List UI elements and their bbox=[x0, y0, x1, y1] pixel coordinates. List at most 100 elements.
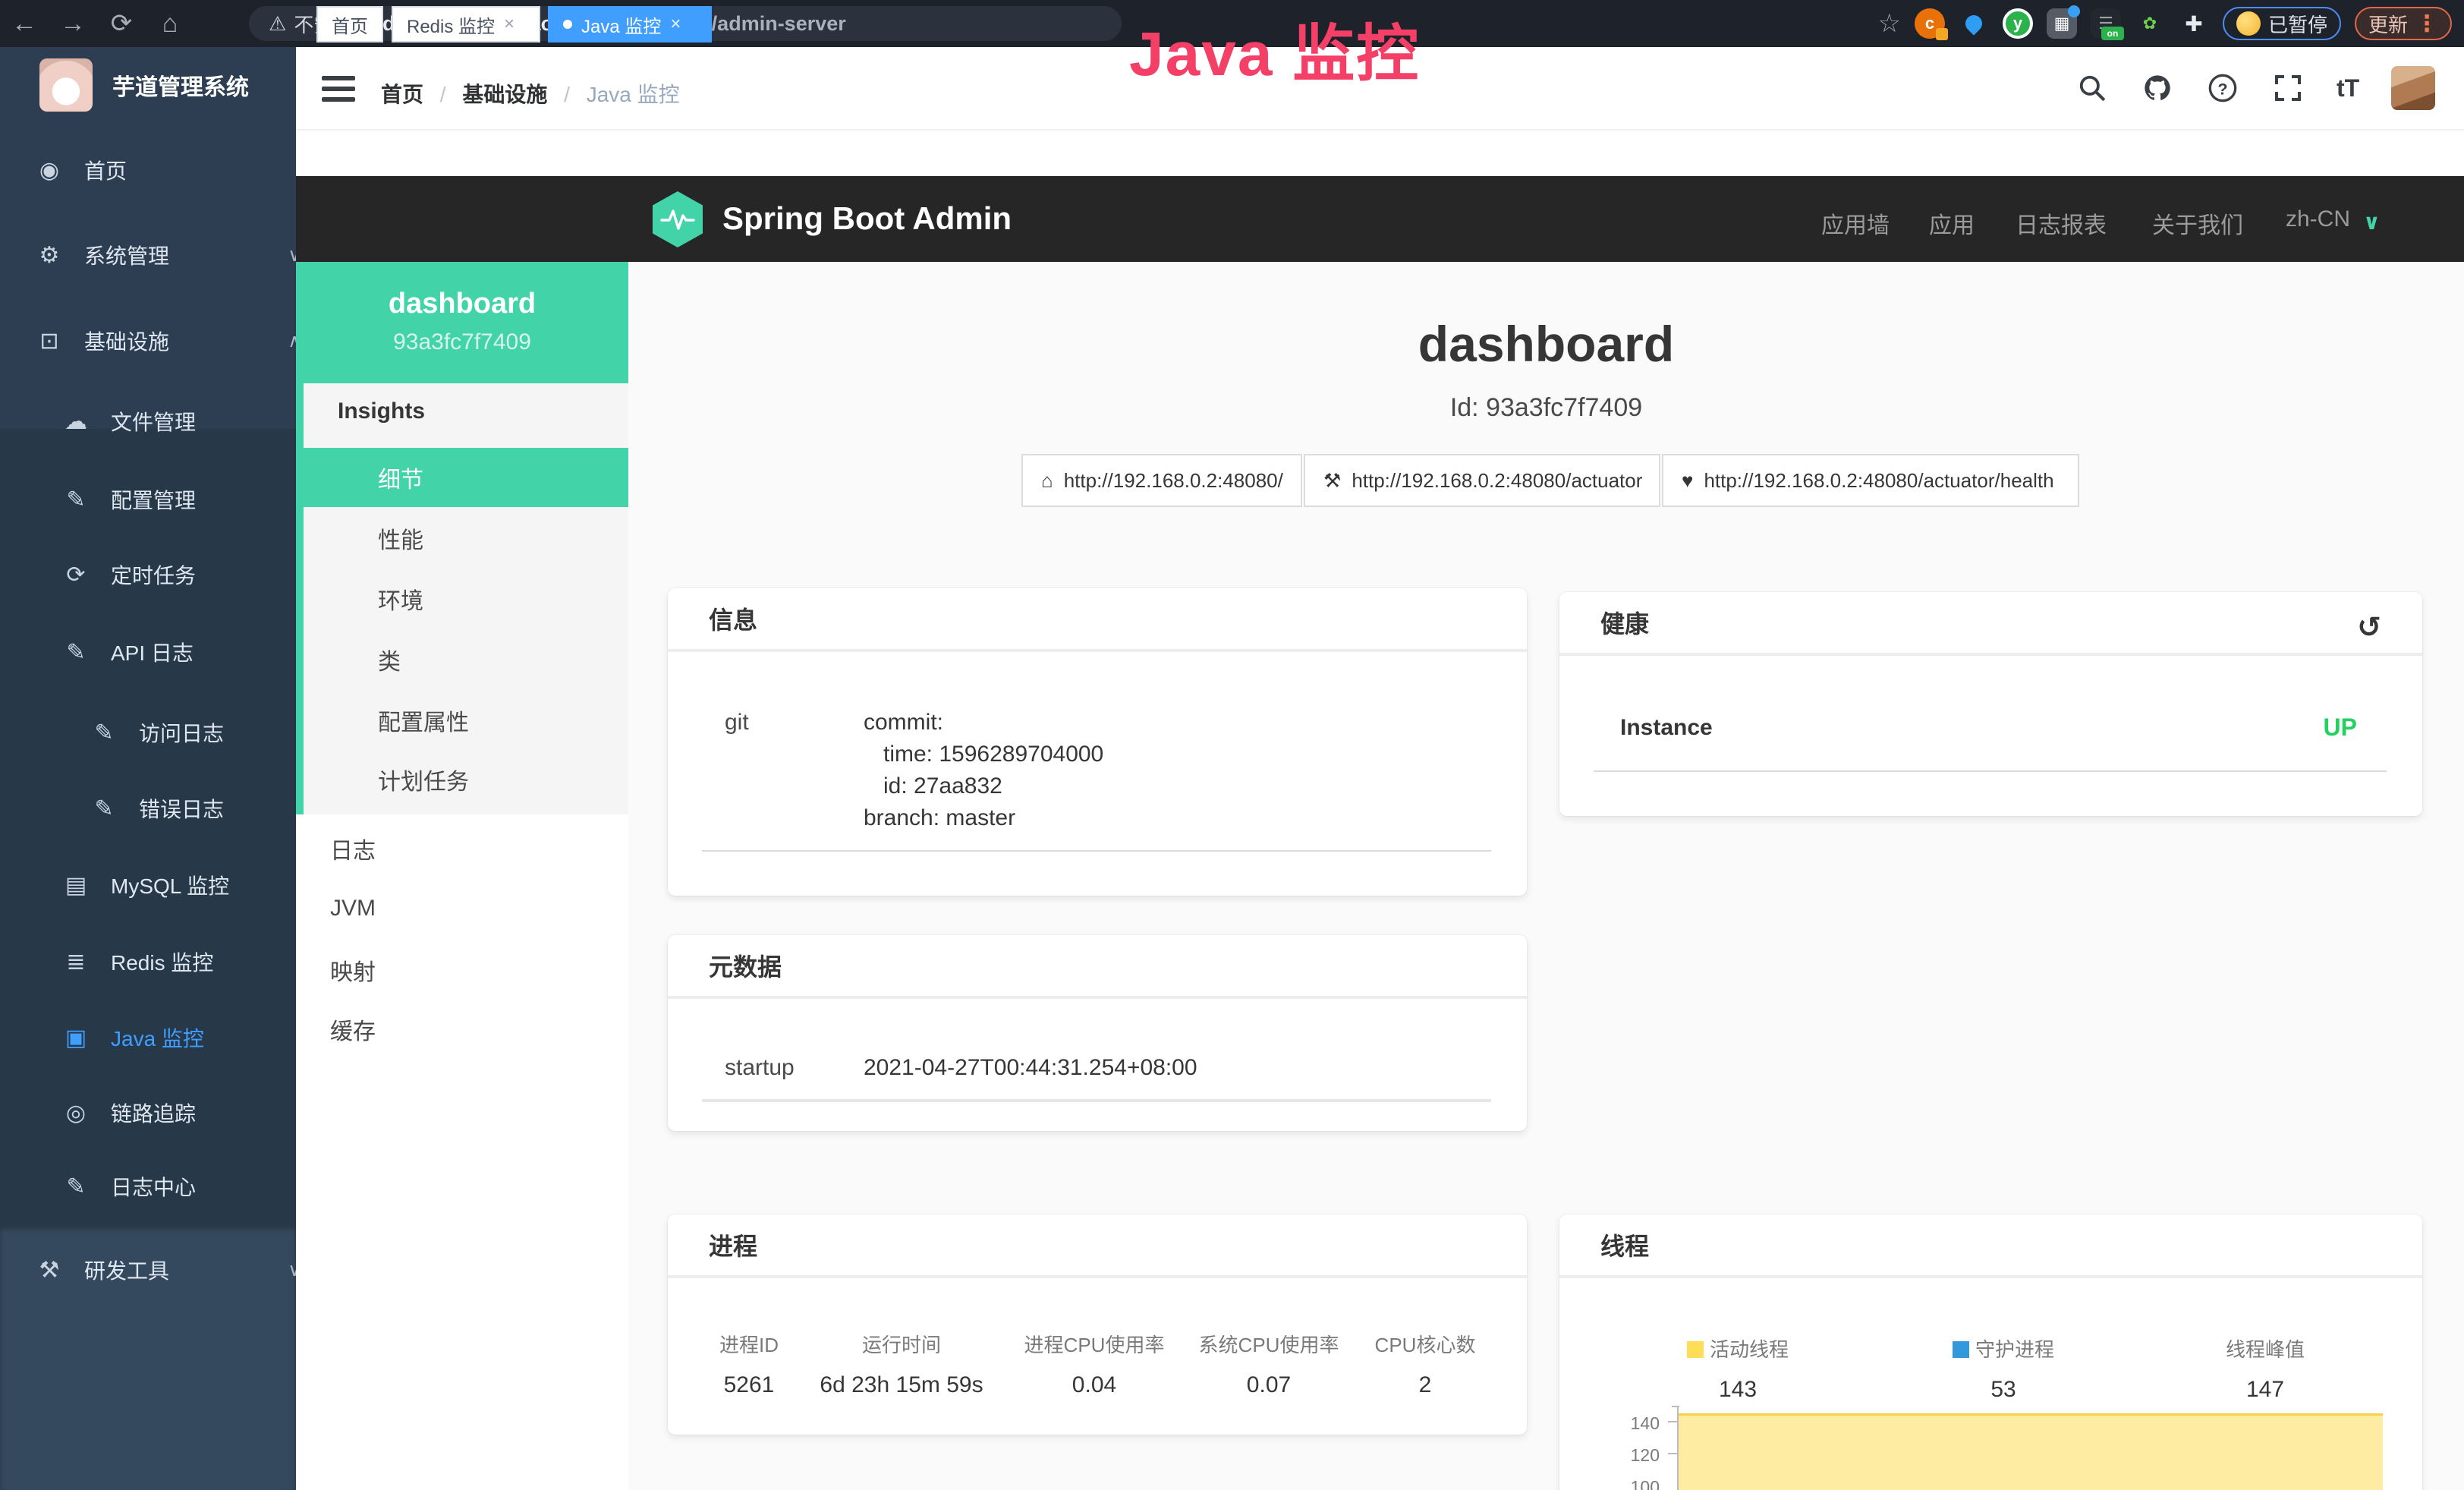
health-card-header: 健康 bbox=[1559, 592, 2422, 656]
extension-list-icon[interactable]: ☰on bbox=[2091, 8, 2121, 39]
legend-yellow-icon bbox=[1687, 1341, 1704, 1358]
link-chip-actuator[interactable]: ⚒ http://192.168.0.2:48080/actuator bbox=[1304, 454, 1660, 507]
legend-blue-icon bbox=[1953, 1341, 1969, 1358]
profile-paused-badge[interactable]: 已暂停 bbox=[2223, 7, 2341, 40]
font-size-icon[interactable]: tT bbox=[2337, 71, 2359, 105]
y-tick-140: 140 bbox=[1606, 1413, 1660, 1434]
tag-java-monitor[interactable]: Java 监控 × bbox=[548, 6, 712, 43]
fullscreen-icon[interactable] bbox=[2271, 71, 2305, 105]
sba-menu-metrics[interactable]: 性能 bbox=[304, 509, 628, 568]
breadcrumb-home[interactable]: 首页 bbox=[381, 83, 423, 106]
home-icon[interactable]: ⌂ bbox=[146, 9, 194, 39]
tag-label: Redis 监控 bbox=[407, 11, 495, 38]
menu-label: 日志 bbox=[330, 832, 376, 865]
search-icon[interactable] bbox=[2075, 71, 2109, 105]
sba-menu-classes[interactable]: 类 bbox=[304, 630, 628, 689]
sba-nav-wallboard[interactable]: 应用墙 bbox=[1821, 206, 1890, 240]
active-dot bbox=[563, 20, 572, 29]
extension-icon-c[interactable]: c bbox=[1915, 8, 1945, 39]
eye-icon: ◎ bbox=[61, 1100, 91, 1126]
hamburger-icon[interactable] bbox=[322, 76, 355, 102]
process-value-cpu: 0.04 bbox=[1072, 1372, 1116, 1398]
sidebar-item-label: 错误日志 bbox=[139, 793, 224, 824]
extension-grid-icon[interactable]: ▦ bbox=[2047, 8, 2077, 39]
toolbox-icon: ⚒ bbox=[34, 1257, 65, 1284]
spring-boot-admin-logo[interactable] bbox=[653, 191, 703, 247]
extension-pin-icon[interactable] bbox=[1959, 8, 1989, 39]
sidebar-item-label: 文件管理 bbox=[111, 406, 196, 436]
sidebar-item-home[interactable]: ◉ 首页 bbox=[0, 132, 330, 208]
extension-icon-y[interactable]: y bbox=[2003, 8, 2033, 39]
row-divider bbox=[1594, 770, 2387, 772]
log-icon: ✎ bbox=[89, 795, 119, 822]
sidebar-item-system[interactable]: ⚙ 系统管理 ∨ bbox=[0, 217, 330, 293]
extension-leaf-icon[interactable]: ✿ bbox=[2135, 8, 2165, 39]
health-row-label: Instance bbox=[1620, 715, 1713, 741]
reload-icon[interactable]: ⟳ bbox=[97, 8, 146, 39]
sidebar-item-dev-tools[interactable]: ⚒ 研发工具 ∨ bbox=[0, 1232, 330, 1308]
sba-menu-config-props[interactable]: 配置属性 bbox=[304, 691, 628, 750]
git-time-line: time: 1596289704000 bbox=[883, 742, 1103, 767]
screen: ← → ⟳ ⌂ ⚠ 不安全 | dashboard.yudao.iocoder.… bbox=[0, 0, 2464, 1490]
github-icon[interactable] bbox=[2141, 71, 2174, 105]
card-title: 元数据 bbox=[709, 948, 782, 983]
link-chip-home[interactable]: ⌂ http://192.168.0.2:48080/ bbox=[1021, 454, 1302, 507]
instance-name: dashboard bbox=[296, 288, 628, 320]
sba-menu-jvm[interactable]: JVM bbox=[296, 879, 628, 938]
svg-text:?: ? bbox=[2217, 79, 2227, 98]
sba-nav-applications[interactable]: 应用 bbox=[1929, 206, 1975, 240]
back-icon[interactable]: ← bbox=[0, 9, 49, 39]
sba-brand-title[interactable]: Spring Boot Admin bbox=[722, 200, 1012, 237]
threads-live-value: 143 bbox=[1719, 1377, 1757, 1403]
sba-nav-about[interactable]: 关于我们 bbox=[2152, 206, 2243, 240]
threads-daemon-value: 53 bbox=[1990, 1377, 2016, 1403]
sidebar-item-infra[interactable]: ⊡ 基础设施 ∧ bbox=[0, 303, 330, 379]
menu-label: 缓存 bbox=[330, 1013, 376, 1046]
sba-menu-mappings[interactable]: 映射 bbox=[296, 940, 628, 1000]
process-value-sys-cpu: 0.07 bbox=[1247, 1372, 1291, 1398]
sba-menu-logs[interactable]: 日志 bbox=[296, 819, 628, 878]
page-instance-id: Id: 93a3fc7f7409 bbox=[628, 393, 2464, 423]
sba-menu-environment[interactable]: 环境 bbox=[304, 569, 628, 628]
browser-menu-icon[interactable]: ⋮ bbox=[2415, 11, 2438, 37]
sba-menu-caches[interactable]: 缓存 bbox=[296, 1000, 628, 1059]
help-icon[interactable]: ? bbox=[2206, 71, 2239, 105]
card-title: 健康 bbox=[1600, 605, 1649, 640]
threads-peak-value: 147 bbox=[2246, 1377, 2284, 1403]
threads-card: 线程 活动线程 守护进程 线程峰值 143 53 147 140 120 100 bbox=[1559, 1214, 2422, 1490]
sidebar-item-label: Redis 监控 bbox=[111, 947, 213, 977]
update-label: 更新 bbox=[2368, 10, 2408, 38]
menu-label: 类 bbox=[378, 643, 401, 676]
sba-nav-language[interactable]: zh-CN bbox=[2286, 206, 2350, 232]
link-url: http://192.168.0.2:48080/ bbox=[1064, 469, 1283, 493]
warning-icon: ⚠ bbox=[269, 12, 286, 36]
sidebar-item-label: API 日志 bbox=[111, 637, 194, 667]
sba-nav-journal[interactable]: 日志报表 bbox=[2016, 206, 2107, 240]
log-icon: ✎ bbox=[61, 639, 91, 666]
process-col-header: 系统CPU使用率 bbox=[1199, 1330, 1339, 1358]
close-icon[interactable]: × bbox=[670, 14, 681, 35]
bookmark-star-icon[interactable]: ☆ bbox=[1877, 8, 1900, 39]
link-url: http://192.168.0.2:48080/actuator bbox=[1352, 469, 1642, 493]
breadcrumb-section[interactable]: 基础设施 bbox=[462, 83, 547, 106]
close-icon[interactable]: × bbox=[504, 14, 515, 35]
tag-redis-monitor[interactable]: Redis 监控 × bbox=[392, 6, 540, 43]
browser-update-button[interactable]: 更新 ⋮ bbox=[2355, 7, 2452, 40]
tag-home[interactable]: 首页 bbox=[316, 6, 383, 43]
extensions-puzzle-icon[interactable]: ✚ bbox=[2179, 8, 2209, 39]
link-chip-health[interactable]: ♥ http://192.168.0.2:48080/actuator/heal… bbox=[1662, 454, 2079, 507]
sidebar-item-label: 配置管理 bbox=[111, 484, 196, 515]
sba-menu-scheduled-tasks[interactable]: 计划任务 bbox=[304, 750, 628, 809]
user-avatar[interactable] bbox=[2391, 66, 2435, 110]
menu-label: 细节 bbox=[378, 461, 423, 494]
home-icon: ⌂ bbox=[1041, 469, 1053, 493]
sba-menu-details[interactable]: 细节 bbox=[304, 448, 628, 507]
log-icon: ✎ bbox=[89, 720, 119, 746]
sba-instance-block[interactable]: dashboard 93a3fc7f7409 bbox=[296, 262, 628, 383]
sidebar-item-label: Java 监控 bbox=[111, 1022, 204, 1053]
sidebar-item-label: 研发工具 bbox=[84, 1255, 169, 1285]
card-title: 进程 bbox=[709, 1227, 757, 1262]
forward-icon[interactable]: → bbox=[49, 9, 97, 39]
language-caret-icon[interactable]: ∨ bbox=[2363, 209, 2381, 235]
history-icon[interactable]: ↺ bbox=[2357, 610, 2381, 644]
